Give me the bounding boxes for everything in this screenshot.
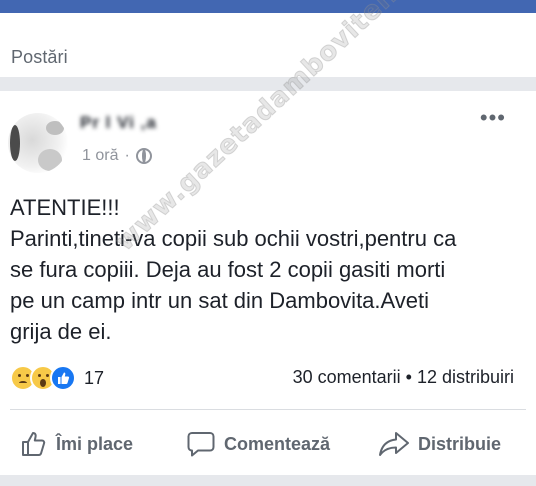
share-icon	[379, 432, 409, 456]
post-actions: Îmi place Comentează Distribuie	[0, 424, 536, 464]
meta-separator: ·	[124, 147, 130, 164]
post-meta: 1 oră ·	[82, 147, 152, 165]
post-text-line: se fura copiii. Deja au fost 2 copii gas…	[10, 257, 446, 282]
post-time[interactable]: 1 oră	[82, 147, 118, 165]
post-text-line: ATENTIE!!!	[10, 195, 120, 220]
post-text-line: pe un camp intr un sat din Dambovita.Ave…	[10, 288, 430, 313]
comment-icon	[187, 432, 215, 457]
post-text: ATENTIE!!! Parinti,tineti-va copii sub o…	[10, 192, 520, 347]
comments-shares-count[interactable]: 30 comentarii • 12 distribuiri	[293, 367, 514, 388]
thumbs-up-icon	[22, 432, 46, 456]
reactions-summary[interactable]: 17	[10, 365, 104, 391]
post-text-line: Parinti,tineti-va copii sub ochii vostri…	[10, 226, 457, 251]
globe-icon	[135, 148, 152, 164]
divider	[10, 409, 526, 410]
section-header: Postări	[0, 13, 536, 77]
like-icon	[50, 365, 76, 391]
like-button[interactable]: Îmi place	[20, 424, 133, 464]
post-text-line: grija de ei.	[10, 319, 112, 344]
post-card: Pr l Vi ,a 1 oră · ••• ATENTIE!!! Parint…	[0, 0, 536, 475]
feed-gap	[0, 475, 536, 486]
comment-button[interactable]: Comentează	[186, 424, 330, 464]
avatar[interactable]	[8, 113, 68, 173]
share-label: Distribuie	[418, 433, 502, 454]
more-options-icon[interactable]: •••	[480, 107, 506, 129]
author-name[interactable]: Pr l Vi ,a	[80, 113, 157, 133]
section-title: Postări	[11, 47, 68, 67]
top-navigation-bar	[0, 0, 536, 13]
like-label: Îmi place	[56, 433, 134, 454]
comment-label: Comentează	[224, 433, 331, 454]
reaction-count: 17	[84, 367, 105, 388]
share-button[interactable]: Distribuie	[378, 424, 501, 464]
